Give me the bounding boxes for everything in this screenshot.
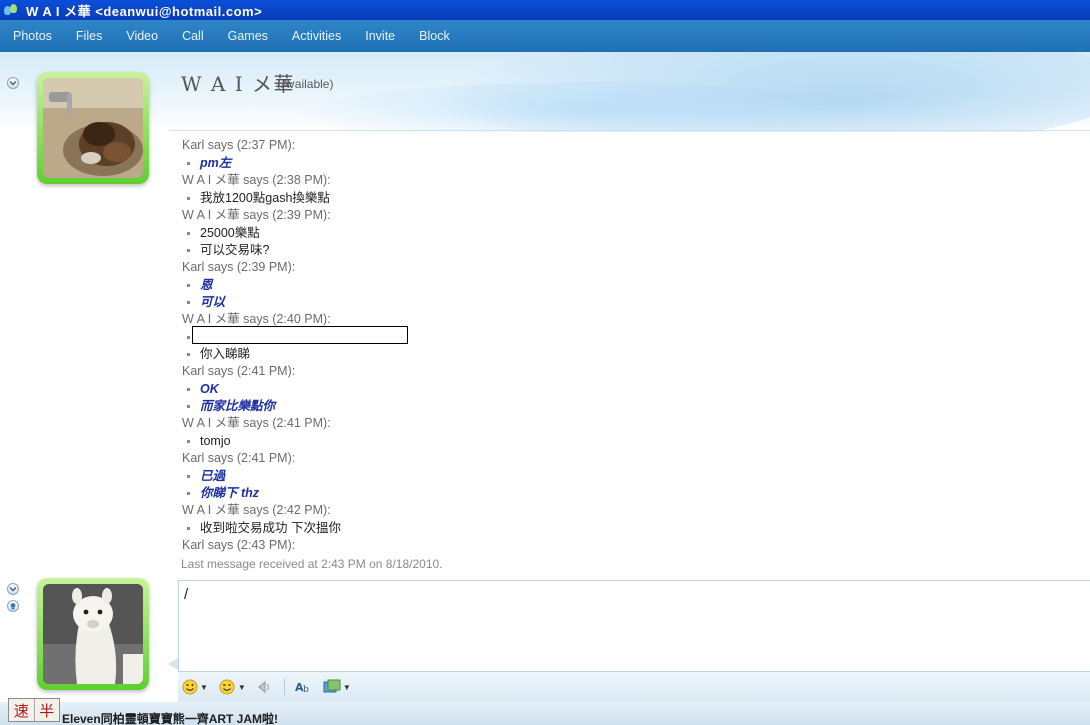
message-input-text: /	[184, 586, 189, 603]
menu-activities[interactable]: Activities	[292, 29, 341, 43]
message-sender-header: W A I メ華 says (2:38 PM):	[182, 173, 331, 187]
advertisement-text[interactable]: Eleven同柏靈頓寶寶熊一齊ART JAM啦!	[62, 710, 278, 725]
message-sender-header: Karl says (2:41 PM):	[182, 364, 296, 378]
message-line: 已過	[182, 468, 1082, 485]
chevron-down-icon	[9, 587, 17, 592]
menu-bar: Photos Files Video Call Games Activities…	[0, 20, 1090, 52]
message-input[interactable]: /	[178, 580, 1090, 672]
window-title: W A I メ華 <deanwui@hotmail.com>	[26, 3, 263, 19]
conversation-header	[0, 52, 1090, 132]
nudge-button[interactable]	[256, 679, 274, 695]
message-line: 我放1200點gash換樂點	[182, 190, 1082, 207]
message-line: 而家比樂點你	[182, 398, 1082, 415]
wink-icon	[219, 679, 235, 695]
contact-avatar-picture	[43, 78, 143, 178]
ime-indicator[interactable]: 速 半	[8, 698, 60, 722]
message-line: 可以交易味?	[182, 242, 1082, 259]
message-line: 恩	[182, 277, 1082, 294]
message-line: 收到啦交易成功 下次搵你	[182, 520, 1082, 537]
contact-status: (Available)	[277, 77, 334, 91]
message-line: tomjo	[182, 433, 1082, 450]
message-line: 你睇下 thz	[182, 485, 1082, 502]
message-sender-header: Karl says (2:37 PM):	[182, 138, 296, 152]
self-options-button[interactable]	[7, 583, 19, 595]
toolbar-separator	[283, 678, 285, 696]
font-icon: A b	[295, 681, 309, 695]
message-sender-header: Karl says (2:41 PM):	[182, 451, 296, 465]
chevron-down-icon: ▼	[200, 682, 208, 692]
menu-video[interactable]: Video	[126, 29, 158, 43]
header-divider	[170, 130, 1090, 131]
background-button[interactable]: ▼	[323, 679, 351, 695]
self-avatar[interactable]	[37, 578, 149, 690]
message-sender-header: Karl says (2:39 PM):	[182, 260, 296, 274]
nudge-icon	[258, 680, 269, 694]
messenger-icon	[4, 3, 20, 17]
last-message-info: Last message received at 2:43 PM on 8/18…	[181, 557, 443, 571]
message-line: 你入睇睇	[182, 346, 1082, 363]
emoticon-button[interactable]: ▼	[182, 679, 208, 695]
message-line: 可以	[182, 294, 1082, 311]
message-line	[182, 326, 1082, 346]
menu-invite[interactable]: Invite	[365, 29, 395, 43]
input-pointer	[168, 658, 178, 670]
chevron-down-icon: ▼	[342, 682, 351, 692]
ime-mode-quick[interactable]: 速	[9, 699, 35, 721]
contact-avatar[interactable]	[37, 72, 149, 184]
conversation-history[interactable]: Karl says (2:37 PM): pm左 W A I メ華 says (2:…	[182, 137, 1082, 557]
font-button[interactable]: A b	[295, 679, 313, 695]
menu-call[interactable]: Call	[182, 29, 204, 43]
message-sender-header: W A I メ華 says (2:41 PM):	[182, 416, 331, 430]
message-line: 25000樂點	[182, 225, 1082, 242]
chevron-down-icon	[9, 81, 17, 86]
wink-button[interactable]: ▼	[218, 679, 246, 695]
message-sender-header: W A I メ華 says (2:42 PM):	[182, 503, 331, 517]
webcam-icon	[10, 603, 16, 610]
smiley-icon	[182, 679, 198, 695]
input-toolbar: ▼ ▼ A b ▼	[178, 672, 1090, 702]
redacted-message-box	[192, 326, 408, 344]
message-line: pm左	[182, 155, 1082, 172]
message-sender-header: Karl says (2:43 PM):	[182, 538, 296, 552]
alpaca-image	[43, 584, 143, 684]
ime-mode-halfwidth[interactable]: 半	[35, 699, 60, 721]
menu-games[interactable]: Games	[228, 29, 268, 43]
menu-files[interactable]: Files	[76, 29, 102, 43]
self-avatar-picture	[43, 584, 143, 684]
contact-options-button[interactable]	[7, 77, 19, 89]
cat-in-sink-image	[43, 78, 143, 178]
webcam-button[interactable]	[7, 600, 19, 612]
chevron-down-icon: ▼	[237, 682, 246, 692]
message-line: OK	[182, 381, 1082, 398]
message-sender-header: W A I メ華 says (2:39 PM):	[182, 208, 331, 222]
menu-block[interactable]: Block	[419, 29, 450, 43]
background-picture-icon	[323, 679, 341, 693]
title-bar: W A I メ華 <deanwui@hotmail.com>	[0, 0, 1090, 20]
svg-text:b: b	[303, 685, 309, 695]
menu-photos[interactable]: Photos	[13, 29, 52, 43]
